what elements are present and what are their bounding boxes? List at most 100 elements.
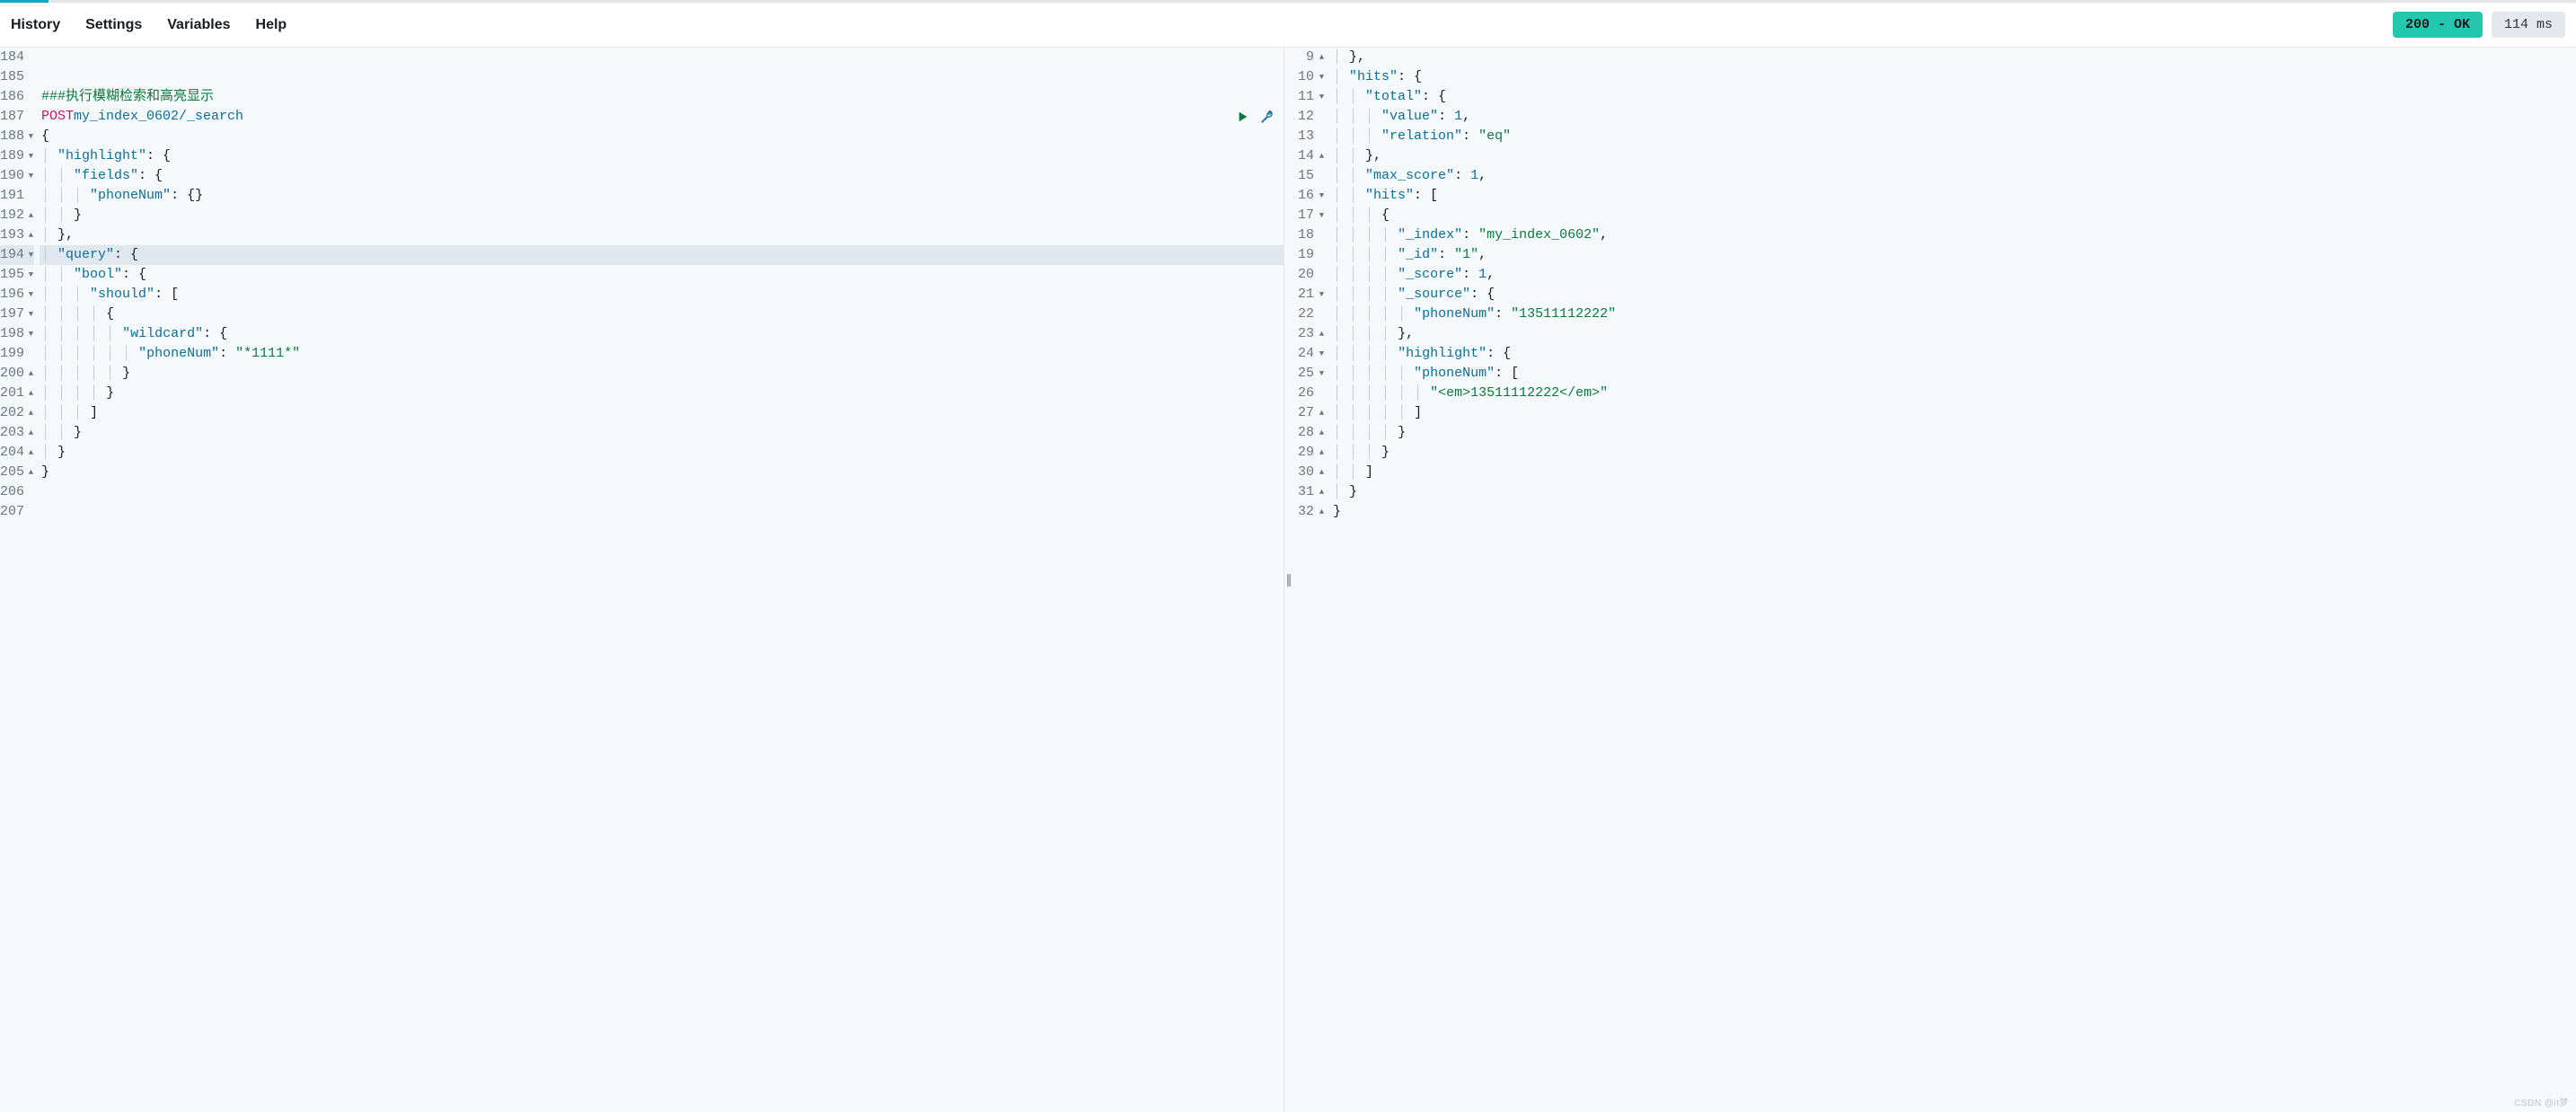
request-editor[interactable]: 184185186187188▼189▼190▼191192▲193▲194▼1… (0, 48, 1284, 1112)
fold-toggle-icon[interactable]: ▲ (1318, 463, 1326, 482)
code-line[interactable]: │ │ │ │ │ ] (1331, 403, 2576, 423)
loading-progress-bar (0, 0, 2576, 3)
fold-toggle-icon[interactable]: ▼ (28, 127, 34, 146)
fold-toggle-icon[interactable]: ▼ (1318, 87, 1326, 107)
variables-menu[interactable]: Variables (167, 17, 230, 33)
fold-toggle-icon[interactable]: ▲ (1318, 443, 1326, 463)
code-line[interactable]: │ } (1331, 482, 2576, 502)
code-line[interactable]: } (40, 463, 1284, 482)
code-line[interactable]: │ │ │ │ │ │ "<em>13511112222</em>" (1331, 384, 2576, 403)
fold-toggle-icon[interactable]: ▼ (1318, 364, 1326, 384)
code-line[interactable]: │ │ │ │ │ "phoneNum": [ (1331, 364, 2576, 384)
code-line[interactable]: │ "highlight": { (40, 146, 1284, 166)
code-line[interactable]: │ │ │ │ "_id": "1", (1331, 245, 2576, 265)
fold-toggle-icon[interactable]: ▼ (28, 285, 34, 304)
code-line[interactable]: │ │ │ │ "_index": "my_index_0602", (1331, 225, 2576, 245)
gutter-line-number: 194▼ (0, 245, 34, 265)
gutter-line-number: 20 (1292, 265, 1326, 285)
history-menu[interactable]: History (11, 17, 60, 33)
code-line[interactable]: │ │ "hits": [ (1331, 186, 2576, 206)
response-code[interactable]: │ },│ "hits": {│ │ "total": {│ │ │ "valu… (1331, 48, 2576, 1112)
code-line[interactable]: │ │ │ │ { (40, 304, 1284, 324)
code-line[interactable]: │ │ } (40, 206, 1284, 225)
code-line[interactable]: } (1331, 502, 2576, 522)
response-editor[interactable]: 9▲10▼11▼121314▲1516▼17▼18192021▼2223▲24▼… (1292, 48, 2576, 1112)
code-line[interactable] (40, 48, 1284, 67)
code-line[interactable]: │ │ │ } (1331, 443, 2576, 463)
code-line[interactable]: │ │ │ │ } (1331, 423, 2576, 443)
code-line[interactable] (40, 482, 1284, 502)
fold-toggle-icon[interactable]: ▼ (28, 265, 34, 285)
code-line[interactable]: │ │ "bool": { (40, 265, 1284, 285)
fold-toggle-icon[interactable]: ▼ (28, 324, 34, 344)
fold-toggle-icon[interactable]: ▲ (28, 384, 34, 403)
code-line[interactable]: │ │ │ │ "highlight": { (1331, 344, 2576, 364)
code-line[interactable]: │ │ │ │ } (40, 384, 1284, 403)
status-badge: 200 - OK (2393, 12, 2483, 38)
gutter-line-number: 19 (1292, 245, 1326, 265)
fold-toggle-icon[interactable]: ▲ (28, 463, 34, 482)
fold-toggle-icon[interactable]: ▲ (28, 206, 34, 225)
gutter-line-number: 10▼ (1292, 67, 1326, 87)
code-line[interactable]: │ │ │ │ │ "phoneNum": "13511112222" (1331, 304, 2576, 324)
fold-toggle-icon[interactable]: ▼ (1318, 344, 1326, 364)
code-line[interactable]: │ │ "total": { (1331, 87, 2576, 107)
gutter-line-number: 186 (0, 87, 34, 107)
code-line[interactable]: │ }, (1331, 48, 2576, 67)
code-line[interactable]: │ "hits": { (1331, 67, 2576, 87)
fold-toggle-icon[interactable]: ▲ (1318, 48, 1326, 67)
fold-toggle-icon[interactable]: ▲ (28, 403, 34, 423)
help-menu[interactable]: Help (256, 17, 287, 33)
fold-toggle-icon[interactable]: ▲ (1318, 146, 1326, 166)
code-line[interactable]: │ │ │ ] (40, 403, 1284, 423)
code-line[interactable]: │ │ │ "value": 1, (1331, 107, 2576, 127)
code-line[interactable]: ###执行模糊检索和高亮显示 (40, 87, 1284, 107)
fold-toggle-icon[interactable]: ▼ (1318, 285, 1326, 304)
gutter-line-number: 199 (0, 344, 34, 364)
code-line[interactable]: { (40, 127, 1284, 146)
code-line[interactable]: │ } (40, 443, 1284, 463)
settings-menu[interactable]: Settings (85, 17, 142, 33)
code-line[interactable]: POST my_index_0602/_search (40, 107, 1284, 127)
code-line[interactable]: │ │ "max_score": 1, (1331, 166, 2576, 186)
fold-toggle-icon[interactable]: ▼ (1318, 186, 1326, 206)
code-line[interactable]: │ }, (40, 225, 1284, 245)
code-line[interactable]: │ │ │ │ "_source": { (1331, 285, 2576, 304)
code-line[interactable]: │ │ │ │ │ } (40, 364, 1284, 384)
fold-toggle-icon[interactable]: ▼ (1318, 67, 1326, 87)
code-line[interactable] (40, 67, 1284, 87)
code-line[interactable]: │ │ │ │ }, (1331, 324, 2576, 344)
code-line[interactable]: │ │ │ "relation": "eq" (1331, 127, 2576, 146)
code-line[interactable]: │ │ }, (1331, 146, 2576, 166)
code-line[interactable]: │ │ │ │ │ "wildcard": { (40, 324, 1284, 344)
pane-splitter[interactable]: ∥ (1284, 48, 1292, 1112)
code-line[interactable]: │ │ ] (1331, 463, 2576, 482)
code-line[interactable]: │ │ │ { (1331, 206, 2576, 225)
code-line[interactable]: │ "query": { (40, 245, 1284, 265)
fold-toggle-icon[interactable]: ▲ (1318, 423, 1326, 443)
fold-toggle-icon[interactable]: ▲ (1318, 482, 1326, 502)
play-icon[interactable] (1235, 109, 1251, 125)
fold-toggle-icon[interactable]: ▲ (1318, 324, 1326, 344)
code-line[interactable]: │ │ │ "should": [ (40, 285, 1284, 304)
fold-toggle-icon[interactable]: ▼ (28, 304, 34, 324)
fold-toggle-icon[interactable]: ▼ (28, 166, 34, 186)
gutter-line-number: 185 (0, 67, 34, 87)
fold-toggle-icon[interactable]: ▲ (28, 364, 34, 384)
fold-toggle-icon[interactable]: ▲ (1318, 502, 1326, 522)
fold-toggle-icon[interactable]: ▲ (28, 443, 34, 463)
fold-toggle-icon[interactable]: ▲ (28, 423, 34, 443)
fold-toggle-icon[interactable]: ▼ (28, 146, 34, 166)
code-line[interactable]: │ │ │ │ │ │ "phoneNum": "*1111*" (40, 344, 1284, 364)
request-code[interactable]: ###执行模糊检索和高亮显示POST my_index_0602/_search… (40, 48, 1284, 1112)
code-line[interactable]: │ │ │ "phoneNum": {} (40, 186, 1284, 206)
fold-toggle-icon[interactable]: ▲ (28, 225, 34, 245)
fold-toggle-icon[interactable]: ▲ (1318, 403, 1326, 423)
code-line[interactable]: │ │ │ │ "_score": 1, (1331, 265, 2576, 285)
fold-toggle-icon[interactable]: ▼ (1318, 206, 1326, 225)
code-line[interactable]: │ │ "fields": { (40, 166, 1284, 186)
wrench-icon[interactable] (1258, 109, 1275, 125)
fold-toggle-icon[interactable]: ▼ (28, 245, 34, 265)
code-line[interactable]: │ │ } (40, 423, 1284, 443)
code-line[interactable] (40, 502, 1284, 522)
